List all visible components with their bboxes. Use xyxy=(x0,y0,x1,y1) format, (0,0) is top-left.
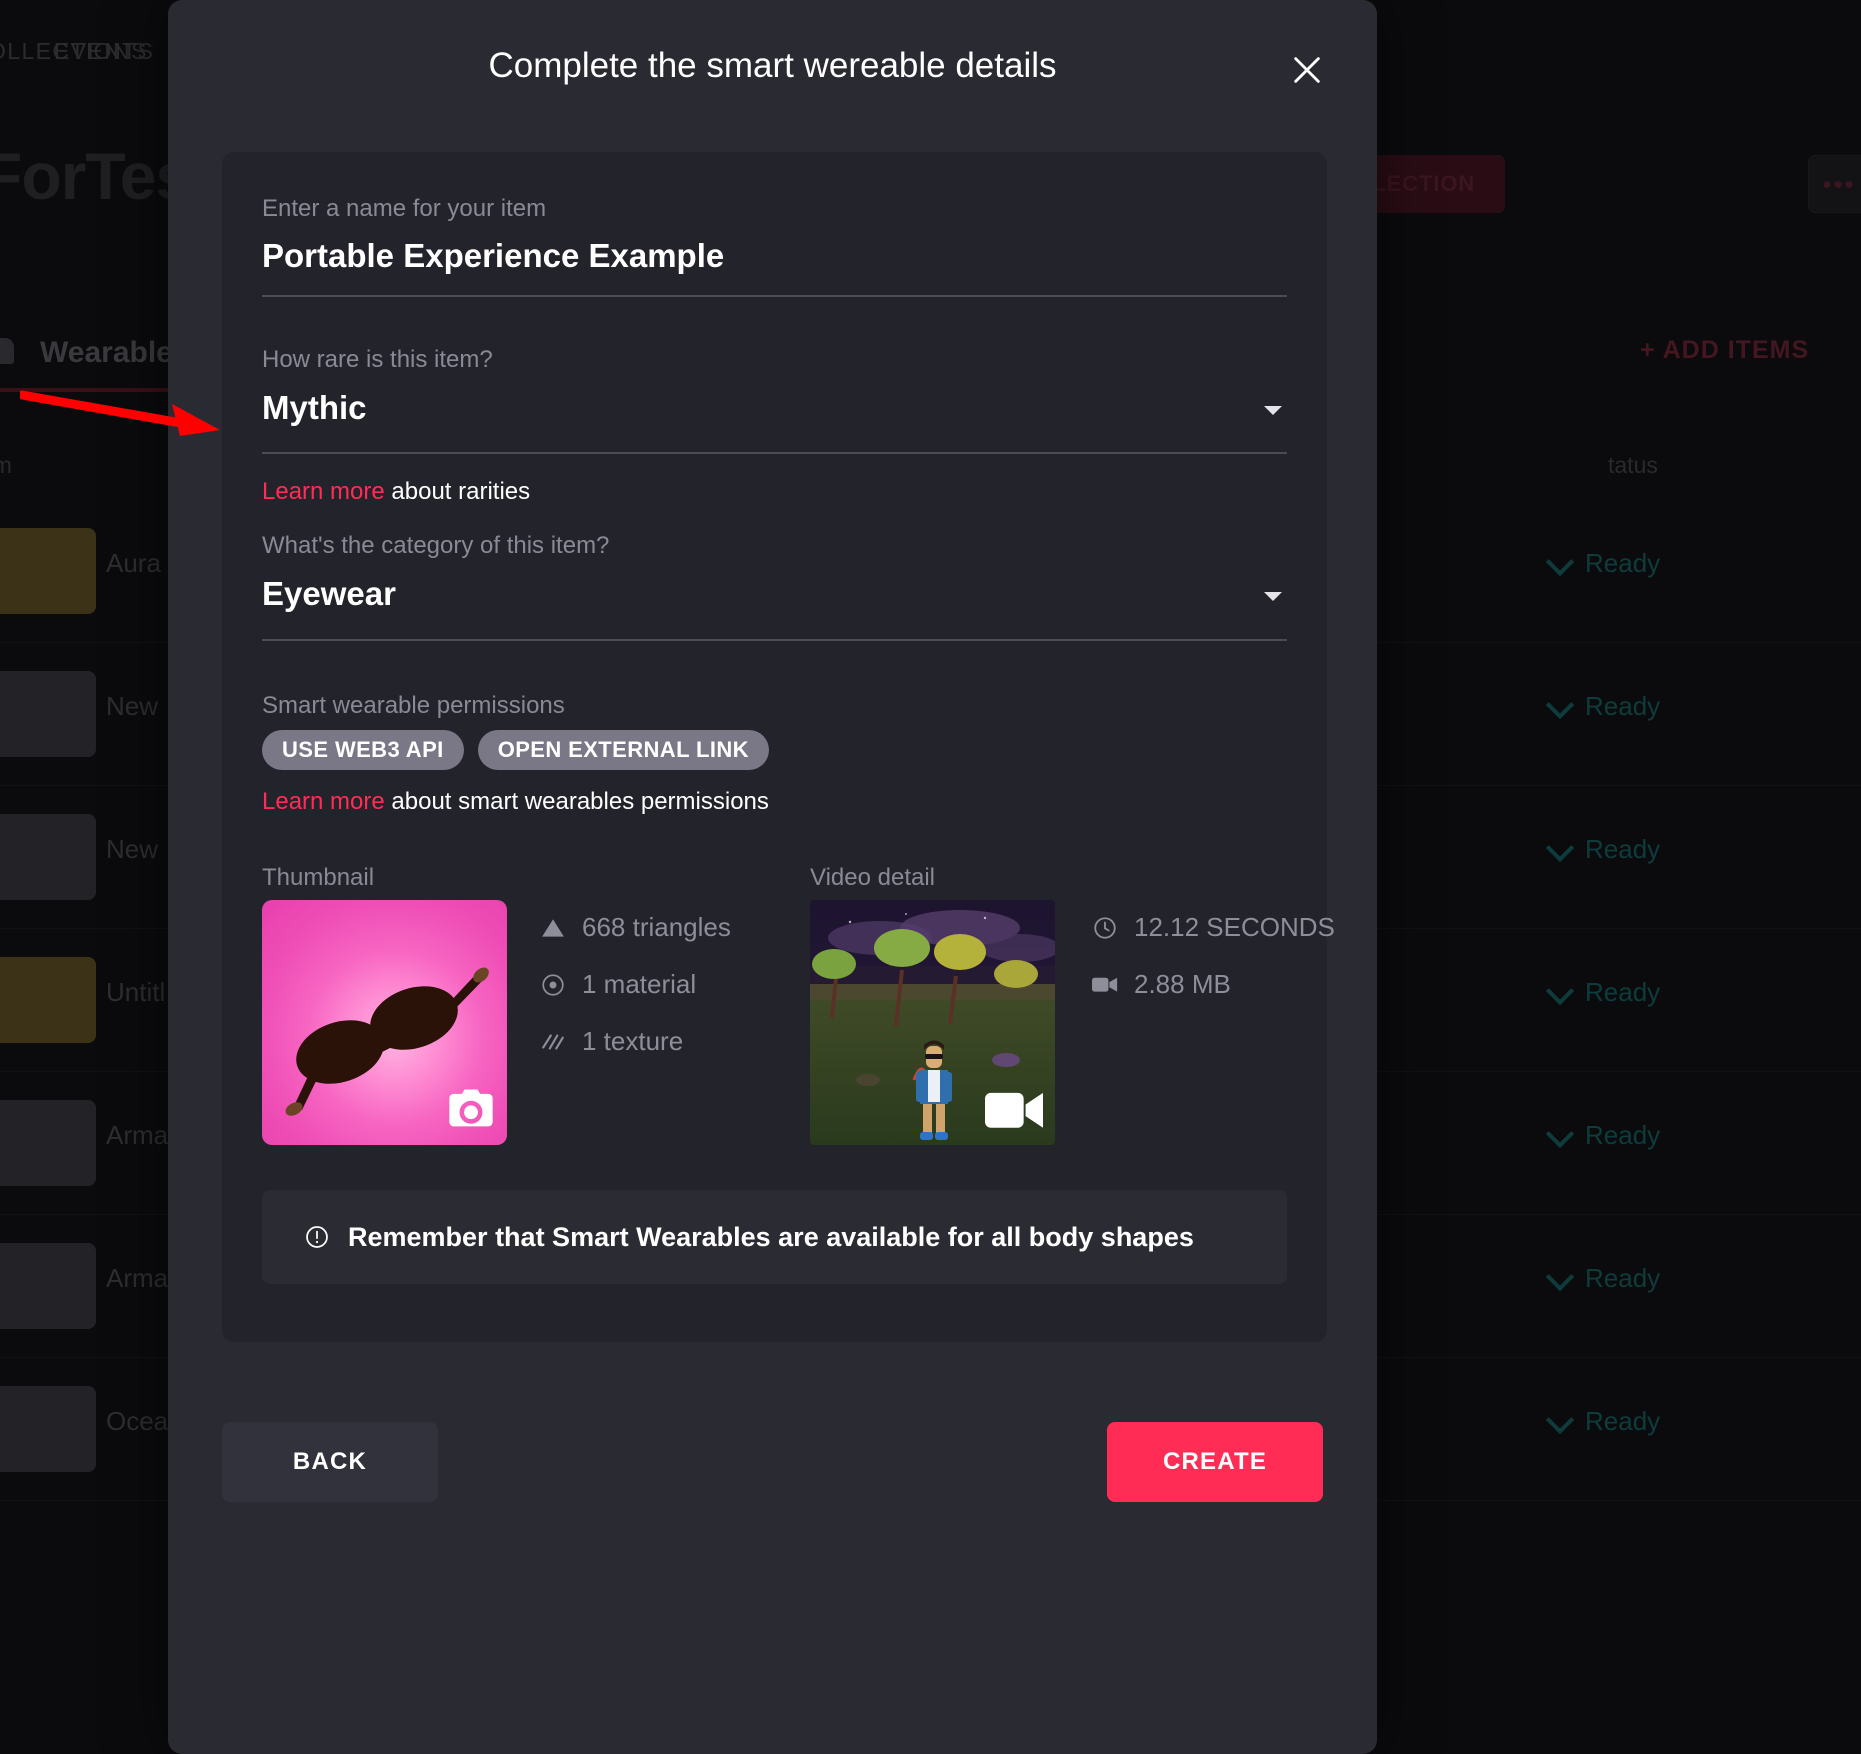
row-status: Ready xyxy=(1585,1406,1660,1437)
row-name: Aura xyxy=(106,548,161,579)
row-name: Arma xyxy=(106,1120,168,1151)
modal-title: Complete the smart wereable details xyxy=(168,46,1377,86)
body-shapes-notice-text: Remember that Smart Wearables are availa… xyxy=(348,1222,1194,1253)
row-status: Ready xyxy=(1585,548,1660,579)
thumbnail-label: Thumbnail xyxy=(262,864,374,892)
category-label: What's the category of this item? xyxy=(262,532,609,560)
check-icon xyxy=(1546,977,1574,1005)
rarity-underline xyxy=(262,452,1287,454)
stat-triangles: 668 triangles xyxy=(540,912,731,943)
permissions-learn-more-link[interactable]: Learn more xyxy=(262,788,385,815)
stat-materials-text: 1 material xyxy=(582,969,696,1000)
permissions-label: Smart wearable permissions xyxy=(262,692,565,720)
check-icon xyxy=(1546,691,1574,719)
add-items-button[interactable]: + ADD ITEMS xyxy=(1640,336,1809,365)
camera-icon[interactable] xyxy=(445,1083,497,1135)
check-icon xyxy=(1546,1406,1574,1434)
category-select-value[interactable]: Eyewear xyxy=(262,575,396,613)
video-camera-icon xyxy=(1092,972,1118,998)
row-thumbnail xyxy=(0,528,96,614)
item-name-label: Enter a name for your item xyxy=(262,195,546,223)
stat-duration: 12.12 SECONDS xyxy=(1092,912,1335,943)
row-status: Ready xyxy=(1585,691,1660,722)
column-header-status: tatus xyxy=(1608,452,1658,479)
row-status: Ready xyxy=(1585,977,1660,1008)
info-circle-icon xyxy=(304,1224,330,1250)
row-name: Arma xyxy=(106,1263,168,1294)
rarity-learn-more-rest: about rarities xyxy=(385,478,530,505)
thumbnail-preview[interactable] xyxy=(262,900,507,1145)
row-thumbnail xyxy=(0,1386,96,1472)
stat-triangles-text: 668 triangles xyxy=(582,912,731,943)
video-detail-label: Video detail xyxy=(810,864,935,892)
video-preview[interactable] xyxy=(810,900,1055,1145)
details-panel: Enter a name for your item Portable Expe… xyxy=(222,152,1327,1342)
rarity-learn-more-link[interactable]: Learn more xyxy=(262,478,385,505)
stat-textures-text: 1 texture xyxy=(582,1026,683,1057)
item-name-underline xyxy=(262,295,1287,297)
back-button[interactable]: BACK xyxy=(222,1422,438,1502)
check-icon xyxy=(1546,548,1574,576)
close-icon[interactable] xyxy=(1285,48,1329,92)
stat-duration-text: 12.12 SECONDS xyxy=(1134,912,1335,943)
modal-header: Complete the smart wereable details xyxy=(168,0,1377,140)
row-thumbnail xyxy=(0,671,96,757)
create-button[interactable]: CREATE xyxy=(1107,1422,1323,1502)
annotation-arrow xyxy=(20,388,230,448)
check-icon xyxy=(1546,1263,1574,1291)
check-icon xyxy=(1546,1120,1574,1148)
material-dot-icon xyxy=(540,972,566,998)
stat-filesize-text: 2.88 MB xyxy=(1134,969,1231,1000)
stat-materials: 1 material xyxy=(540,969,696,1000)
page-title: ForTes xyxy=(0,138,191,214)
nav-item-events[interactable]: EVENTS xyxy=(54,38,154,65)
smart-wearable-details-modal: Complete the smart wereable details Ente… xyxy=(168,0,1377,1754)
permission-chip[interactable]: OPEN EXTERNAL LINK xyxy=(478,730,769,770)
row-name: New xyxy=(106,691,158,722)
wearable-tag-icon xyxy=(0,338,14,364)
row-status: Ready xyxy=(1585,834,1660,865)
permission-chip[interactable]: USE WEB3 API xyxy=(262,730,464,770)
row-name: Untitl xyxy=(106,977,165,1008)
row-thumbnail xyxy=(0,814,96,900)
permissions-learn-more: Learn more about smart wearables permiss… xyxy=(262,788,769,816)
row-status: Ready xyxy=(1585,1120,1660,1151)
row-status: Ready xyxy=(1585,1263,1660,1294)
rarity-select-value[interactable]: Mythic xyxy=(262,389,367,427)
check-icon xyxy=(1546,834,1574,862)
body-shapes-notice: Remember that Smart Wearables are availa… xyxy=(262,1190,1287,1284)
rarity-learn-more: Learn more about rarities xyxy=(262,478,530,506)
permission-chips: USE WEB3 API OPEN EXTERNAL LINK xyxy=(262,730,769,770)
category-underline xyxy=(262,639,1287,641)
stat-filesize: 2.88 MB xyxy=(1092,969,1231,1000)
clock-icon xyxy=(1092,915,1118,941)
chevron-down-icon[interactable] xyxy=(1264,406,1282,415)
item-name-input[interactable]: Portable Experience Example xyxy=(262,237,724,275)
stat-textures: 1 texture xyxy=(540,1026,683,1057)
chevron-down-icon[interactable] xyxy=(1264,592,1282,601)
rarity-label: How rare is this item? xyxy=(262,346,493,374)
texture-hatch-icon xyxy=(540,1029,566,1055)
more-options-button[interactable]: ••• xyxy=(1808,155,1861,213)
row-thumbnail xyxy=(0,1243,96,1329)
column-header-item: em xyxy=(0,452,12,479)
row-thumbnail xyxy=(0,1100,96,1186)
video-camera-icon[interactable] xyxy=(985,1091,1043,1131)
triangle-icon xyxy=(540,915,566,941)
row-thumbnail xyxy=(0,957,96,1043)
row-name: New xyxy=(106,834,158,865)
row-name: Ocea xyxy=(106,1406,168,1437)
screen: COLLECTIONS EVENTS ForTes Wearables LLEC… xyxy=(0,0,1861,1754)
permissions-learn-more-rest: about smart wearables permissions xyxy=(385,788,769,815)
